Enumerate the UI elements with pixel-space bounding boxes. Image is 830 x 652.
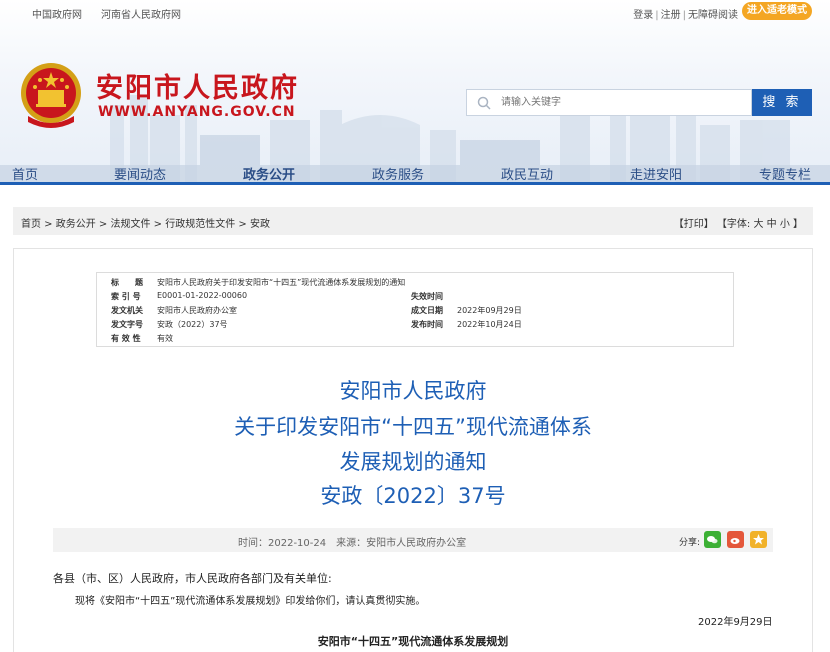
- search-box: [466, 89, 752, 116]
- weibo-share-icon[interactable]: [727, 531, 744, 548]
- document-title-line: 关于印发安阳市“十四五”现代流通体系: [234, 415, 592, 439]
- elder-mode-button[interactable]: 进入适老模式: [742, 2, 812, 20]
- nav-item-home[interactable]: 首页: [12, 164, 38, 183]
- meta-row-validity: 有 效 性 有效: [97, 333, 733, 347]
- meta-value: 2022年09月29日: [457, 306, 522, 315]
- document-title-line: 发展规划的通知: [339, 450, 487, 474]
- body-paragraph: 现将《安阳市“十四五”现代流通体系发展规划》印发给你们，请认真贯彻实施。: [75, 596, 426, 607]
- breadcrumb-bar: 首页 > 政务公开 > 法规文件 > 行政规范性文件 > 安政 【打印】 【字体…: [13, 207, 813, 235]
- user-links: 登录 | 注册 | 无障碍阅读: [633, 10, 738, 21]
- publish-info: 时间：2022-10-24 来源：安阳市人民政府办公室: [238, 538, 467, 549]
- top-bar: 中国政府网 河南省人民政府网 登录 | 注册 | 无障碍阅读 进入适老模式: [0, 0, 830, 24]
- meta-value: 2022年10月24日: [457, 320, 522, 329]
- meta-key: 发文机关: [111, 306, 143, 315]
- link-henan-government[interactable]: 河南省人民政府网: [101, 6, 181, 21]
- meta-key: 有 效 性: [111, 334, 141, 343]
- search-button[interactable]: 搜 索: [752, 89, 812, 116]
- publish-info-bar: 时间：2022-10-24 来源：安阳市人民政府办公室 分享:: [53, 528, 773, 552]
- meta-value: 安阳市人民政府关于印发安阳市“十四五”现代流通体系发展规划的通知: [157, 278, 406, 287]
- main-nav: 首页 要闻动态 政务公开 政务服务 政民互动 走进安阳 专题专栏: [0, 160, 830, 185]
- meta-key: 索 引 号: [111, 292, 141, 301]
- document-date: 2022年9月29日: [698, 617, 773, 628]
- meta-value: E0001-01-2022-00060: [157, 291, 248, 300]
- document-number: 安政〔2022〕37号: [320, 484, 506, 508]
- meta-key: 发文字号: [111, 320, 143, 329]
- link-central-government[interactable]: 中国政府网: [32, 6, 82, 21]
- meta-row-index: 索 引 号 E0001-01-2022-00060 失效时间: [97, 291, 733, 305]
- login-link[interactable]: 登录: [633, 10, 653, 21]
- print-and-font-tools[interactable]: 【打印】 【字体: 大 中 小 】: [674, 215, 803, 230]
- search-input[interactable]: [501, 93, 741, 112]
- meta-row-doc-no: 发文字号 安政（2022）37号 发布时间 2022年10月24日: [97, 319, 733, 333]
- national-emblem-icon: [21, 63, 81, 128]
- meta-key: 失效时间: [411, 292, 443, 301]
- meta-key: 成文日期: [411, 306, 443, 315]
- nav-item-news[interactable]: 要闻动态: [114, 164, 166, 183]
- accessibility-link[interactable]: 无障碍阅读: [688, 10, 738, 21]
- site-url: WWW.ANYANG.GOV.CN: [98, 104, 296, 120]
- nav-item-interaction[interactable]: 政民互动: [501, 164, 553, 183]
- breadcrumb[interactable]: 首页 > 政务公开 > 法规文件 > 行政规范性文件 > 安政: [21, 215, 270, 230]
- share-label: 分享:: [679, 538, 701, 548]
- meta-key: 发布时间: [411, 320, 443, 329]
- meta-key: 标 题: [111, 278, 143, 287]
- wechat-share-icon[interactable]: [704, 531, 721, 548]
- nav-item-topics[interactable]: 专题专栏: [759, 164, 811, 183]
- nav-item-about-anyang[interactable]: 走进安阳: [630, 164, 682, 183]
- nav-item-services[interactable]: 政务服务: [372, 164, 424, 183]
- document-title-line: 安阳市人民政府: [339, 379, 487, 403]
- document-subtitle: 安阳市“十四五”现代流通体系发展规划: [317, 635, 509, 648]
- meta-value: 有效: [157, 334, 173, 343]
- meta-row-title: 标 题 安阳市人民政府关于印发安阳市“十四五”现代流通体系发展规划的通知: [97, 277, 733, 291]
- nav-item-gov-affairs[interactable]: 政务公开: [243, 164, 295, 183]
- meta-value: 安阳市人民政府办公室: [157, 306, 237, 315]
- salutation: 各县（市、区）人民政府，市人民政府各部门及有关单位:: [53, 572, 332, 585]
- document-meta-table: 标 题 安阳市人民政府关于印发安阳市“十四五”现代流通体系发展规划的通知 索 引…: [96, 272, 734, 347]
- search-icon: [477, 96, 491, 110]
- meta-value: 安政（2022）37号: [157, 320, 228, 329]
- register-link[interactable]: 注册: [661, 10, 681, 21]
- meta-row-issuer: 发文机关 安阳市人民政府办公室 成文日期 2022年09月29日: [97, 305, 733, 319]
- site-title[interactable]: 安阳市人民政府: [96, 66, 299, 105]
- favorite-star-icon[interactable]: [750, 531, 767, 548]
